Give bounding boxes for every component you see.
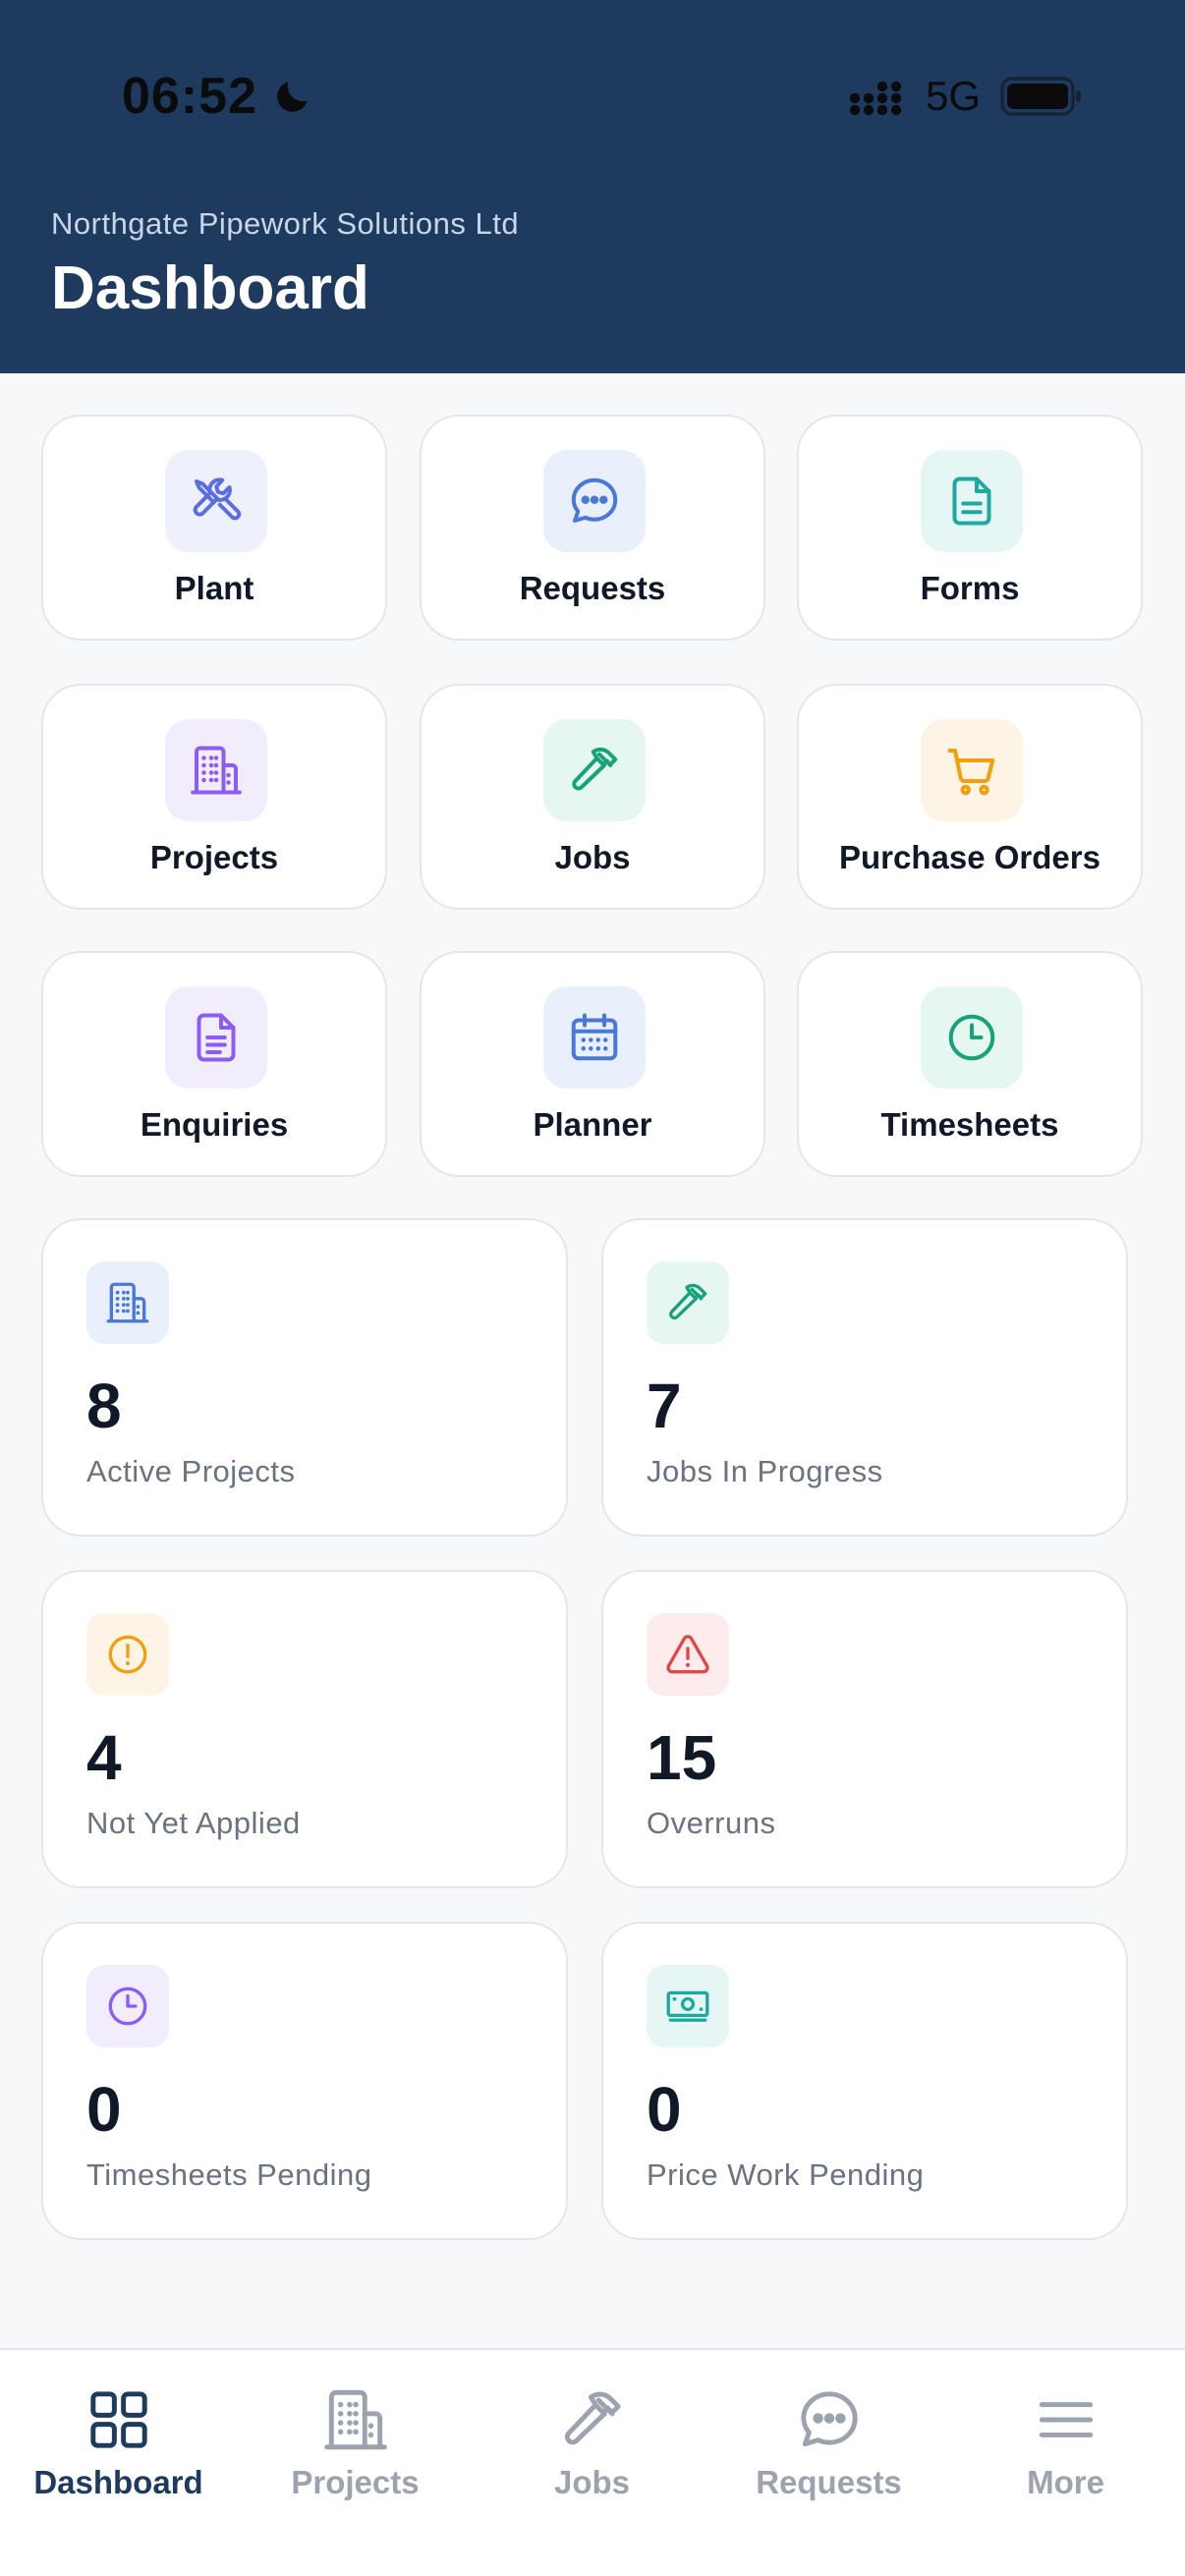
tab-label: Requests	[756, 2464, 902, 2500]
tile-projects[interactable]: Projects	[41, 684, 387, 910]
calendar-icon	[571, 1013, 618, 1061]
stat-value: 0	[647, 2074, 682, 2145]
stat-icon-bg	[647, 1261, 729, 1344]
warning-triangle-icon	[666, 1635, 709, 1674]
chat-bubble-icon	[801, 2391, 858, 2447]
cart-icon	[947, 749, 995, 796]
grid-icon	[90, 2391, 147, 2448]
stat-overruns[interactable]: 15 Overruns	[601, 1570, 1128, 1888]
stat-caption: Price Work Pending	[647, 2157, 925, 2192]
tile-timesheets[interactable]: Timesheets	[797, 951, 1143, 1177]
menu-icon	[1039, 2402, 1094, 2437]
tile-icon-bg	[165, 719, 267, 821]
tile-forms[interactable]: Forms	[797, 415, 1143, 641]
tools-icon	[193, 477, 242, 521]
building-icon	[106, 1282, 149, 1323]
page-title: Dashboard	[51, 254, 369, 322]
signal-icon	[849, 81, 902, 116]
stat-icon-bg	[86, 1261, 169, 1344]
tab-label: More	[1027, 2464, 1104, 2500]
stat-value: 4	[86, 1722, 122, 1793]
tile-label: Plant	[174, 570, 254, 606]
document-lines-icon	[197, 1013, 236, 1062]
stat-caption: Overruns	[647, 1806, 776, 1840]
stat-caption: Active Projects	[86, 1454, 296, 1488]
tile-label: Enquiries	[140, 1106, 289, 1143]
tile-planner[interactable]: Planner	[420, 951, 765, 1177]
bottom-tab-bar: Dashboard Projects Jobs Requests More	[0, 2348, 1185, 2576]
stat-value: 8	[86, 1371, 122, 1441]
tile-icon-bg	[921, 986, 1023, 1089]
clock-icon	[108, 1987, 147, 2026]
tile-icon-bg	[543, 450, 646, 552]
document-icon	[952, 476, 991, 526]
stat-not-yet-applied[interactable]: 4 Not Yet Applied	[41, 1570, 568, 1888]
stat-value: 15	[647, 1722, 717, 1793]
company-name: Northgate Pipework Solutions Ltd	[51, 206, 520, 241]
stat-caption: Not Yet Applied	[86, 1806, 301, 1840]
hammer-icon	[564, 2391, 621, 2445]
tab-label: Projects	[291, 2464, 420, 2500]
tab-jobs[interactable]: Jobs	[474, 2350, 710, 2576]
stat-icon-bg	[86, 1613, 169, 1696]
tile-icon-bg	[921, 719, 1023, 821]
stat-jobs-in-progress[interactable]: 7 Jobs In Progress	[601, 1218, 1128, 1537]
building-icon	[191, 746, 242, 795]
banknote-icon	[666, 1990, 709, 2022]
tile-label: Planner	[533, 1106, 652, 1143]
battery-icon	[1000, 77, 1081, 116]
tile-label: Purchase Orders	[839, 839, 1100, 875]
stat-icon-bg	[647, 1613, 729, 1696]
stat-value: 7	[647, 1371, 682, 1441]
stat-caption: Jobs In Progress	[647, 1454, 883, 1488]
tile-icon-bg	[921, 450, 1023, 552]
moon-icon	[277, 82, 308, 112]
tab-label: Jobs	[553, 2464, 631, 2500]
stat-icon-bg	[86, 1965, 169, 2047]
tab-projects[interactable]: Projects	[237, 2350, 474, 2576]
chat-bubble-icon	[571, 477, 618, 523]
tile-purchase-orders[interactable]: Purchase Orders	[797, 684, 1143, 910]
building-icon	[324, 2389, 387, 2450]
stat-timesheets-pending[interactable]: 0 Timesheets Pending	[41, 1922, 568, 2240]
tile-label: Requests	[519, 570, 666, 606]
network-label: 5G	[926, 73, 982, 119]
app-header: 06:52 5G Northgate Pipework Solutions Lt…	[0, 0, 1185, 373]
status-bar: 06:52 5G	[0, 0, 1185, 196]
tile-label: Projects	[149, 839, 279, 875]
tile-plant[interactable]: Plant	[41, 415, 387, 641]
tile-icon-bg	[543, 986, 646, 1089]
tile-enquiries[interactable]: Enquiries	[41, 951, 387, 1177]
stat-icon-bg	[647, 1965, 729, 2047]
hammer-icon	[572, 747, 618, 791]
status-time: 06:52	[122, 68, 257, 125]
stat-price-work-pending[interactable]: 0 Price Work Pending	[601, 1922, 1128, 2240]
hammer-icon	[669, 1283, 707, 1320]
tile-icon-bg	[165, 450, 267, 552]
stat-caption: Timesheets Pending	[86, 2157, 372, 2192]
tab-label: Dashboard	[33, 2464, 203, 2500]
alert-circle-icon	[108, 1635, 147, 1674]
clock-icon	[948, 1014, 995, 1061]
tile-icon-bg	[165, 986, 267, 1089]
tile-label: Jobs	[554, 839, 631, 875]
stat-value: 0	[86, 2074, 122, 2145]
tile-requests[interactable]: Requests	[420, 415, 765, 641]
tab-more[interactable]: More	[947, 2350, 1184, 2576]
tile-label: Timesheets	[880, 1106, 1059, 1143]
tile-icon-bg	[543, 719, 646, 821]
tab-dashboard[interactable]: Dashboard	[0, 2350, 237, 2576]
stat-active-projects[interactable]: 8 Active Projects	[41, 1218, 568, 1537]
tile-jobs[interactable]: Jobs	[420, 684, 765, 910]
tile-label: Forms	[920, 570, 1020, 606]
tab-requests[interactable]: Requests	[710, 2350, 947, 2576]
